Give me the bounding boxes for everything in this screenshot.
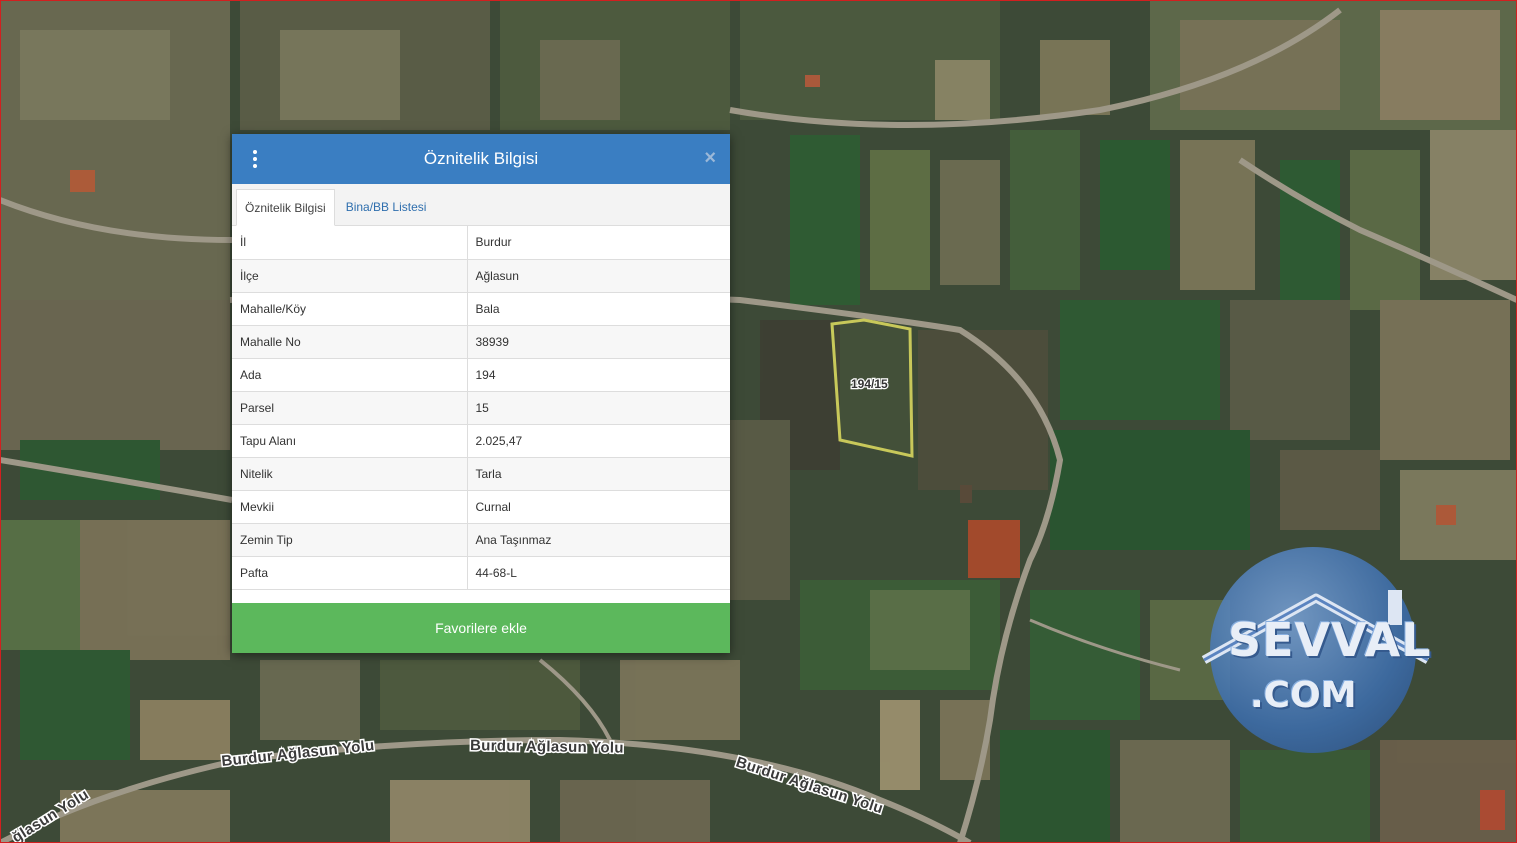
- attribute-value: 38939: [467, 325, 730, 359]
- attribute-value: Curnal: [467, 490, 730, 524]
- attribute-value: Burdur: [467, 226, 730, 260]
- attribute-value: Bala: [467, 292, 730, 326]
- attribute-info-panel: Öznitelik Bilgisi × Öznitelik Bilgisi Bi…: [232, 134, 730, 653]
- watermark-text-sevval: SEVVAL: [1228, 613, 1432, 667]
- attribute-value: 2.025,47: [467, 424, 730, 458]
- attribute-key: Mahalle/Köy: [232, 292, 468, 326]
- attribute-key: Mevkii: [232, 490, 468, 524]
- panel-title: Öznitelik Bilgisi: [423, 149, 539, 168]
- attribute-value: Tarla: [467, 457, 730, 491]
- close-icon[interactable]: ×: [704, 148, 716, 168]
- table-row: İl Burdur: [232, 226, 730, 260]
- attribute-key: İl: [232, 226, 468, 260]
- tab-building-list[interactable]: Bina/BB Listesi: [338, 189, 435, 225]
- panel-header: Öznitelik Bilgisi ×: [232, 134, 730, 184]
- add-to-favorites-button[interactable]: Favorilere ekle: [232, 603, 730, 653]
- table-row: İlçe Ağlasun: [232, 259, 730, 293]
- attribute-key: İlçe: [232, 259, 468, 293]
- table-row: Parsel 15: [232, 391, 730, 425]
- parcel-label: 194/15: [851, 377, 888, 391]
- road-label-2: Burdur Ağlasun Yolu: [470, 737, 624, 757]
- attribute-key: Ada: [232, 358, 468, 392]
- table-row: Nitelik Tarla: [232, 457, 730, 491]
- attribute-value: 15: [467, 391, 730, 425]
- sevval-watermark-logo: SEVVAL .COM: [1198, 535, 1438, 753]
- table-row: Tapu Alanı 2.025,47: [232, 424, 730, 458]
- attribute-key: Zemin Tip: [232, 523, 468, 557]
- attribute-key: Nitelik: [232, 457, 468, 491]
- attribute-value: Ağlasun: [467, 259, 730, 293]
- table-row: Mahalle/Köy Bala: [232, 292, 730, 326]
- attribute-key: Mahalle No: [232, 325, 468, 359]
- attribute-key: Tapu Alanı: [232, 424, 468, 458]
- table-row: Zemin Tip Ana Taşınmaz: [232, 523, 730, 557]
- tab-attribute-info[interactable]: Öznitelik Bilgisi: [236, 189, 335, 226]
- table-row: Pafta 44-68-L: [232, 556, 730, 590]
- watermark-text-com: .COM: [1250, 675, 1357, 716]
- vertical-dots-menu-icon[interactable]: [250, 149, 260, 169]
- table-row: Mahalle No 38939: [232, 325, 730, 359]
- table-row: Mevkii Curnal: [232, 490, 730, 524]
- attribute-value: 44-68-L: [467, 556, 730, 590]
- panel-tabs: Öznitelik Bilgisi Bina/BB Listesi: [232, 184, 730, 226]
- table-row: Ada 194: [232, 358, 730, 392]
- attribute-value: 194: [467, 358, 730, 392]
- attribute-value: Ana Taşınmaz: [467, 523, 730, 557]
- attribute-key: Pafta: [232, 556, 468, 590]
- attribute-table: İl Burdur İlçe Ağlasun Mahalle/Köy Bala Mah…: [232, 226, 730, 590]
- attribute-key: Parsel: [232, 391, 468, 425]
